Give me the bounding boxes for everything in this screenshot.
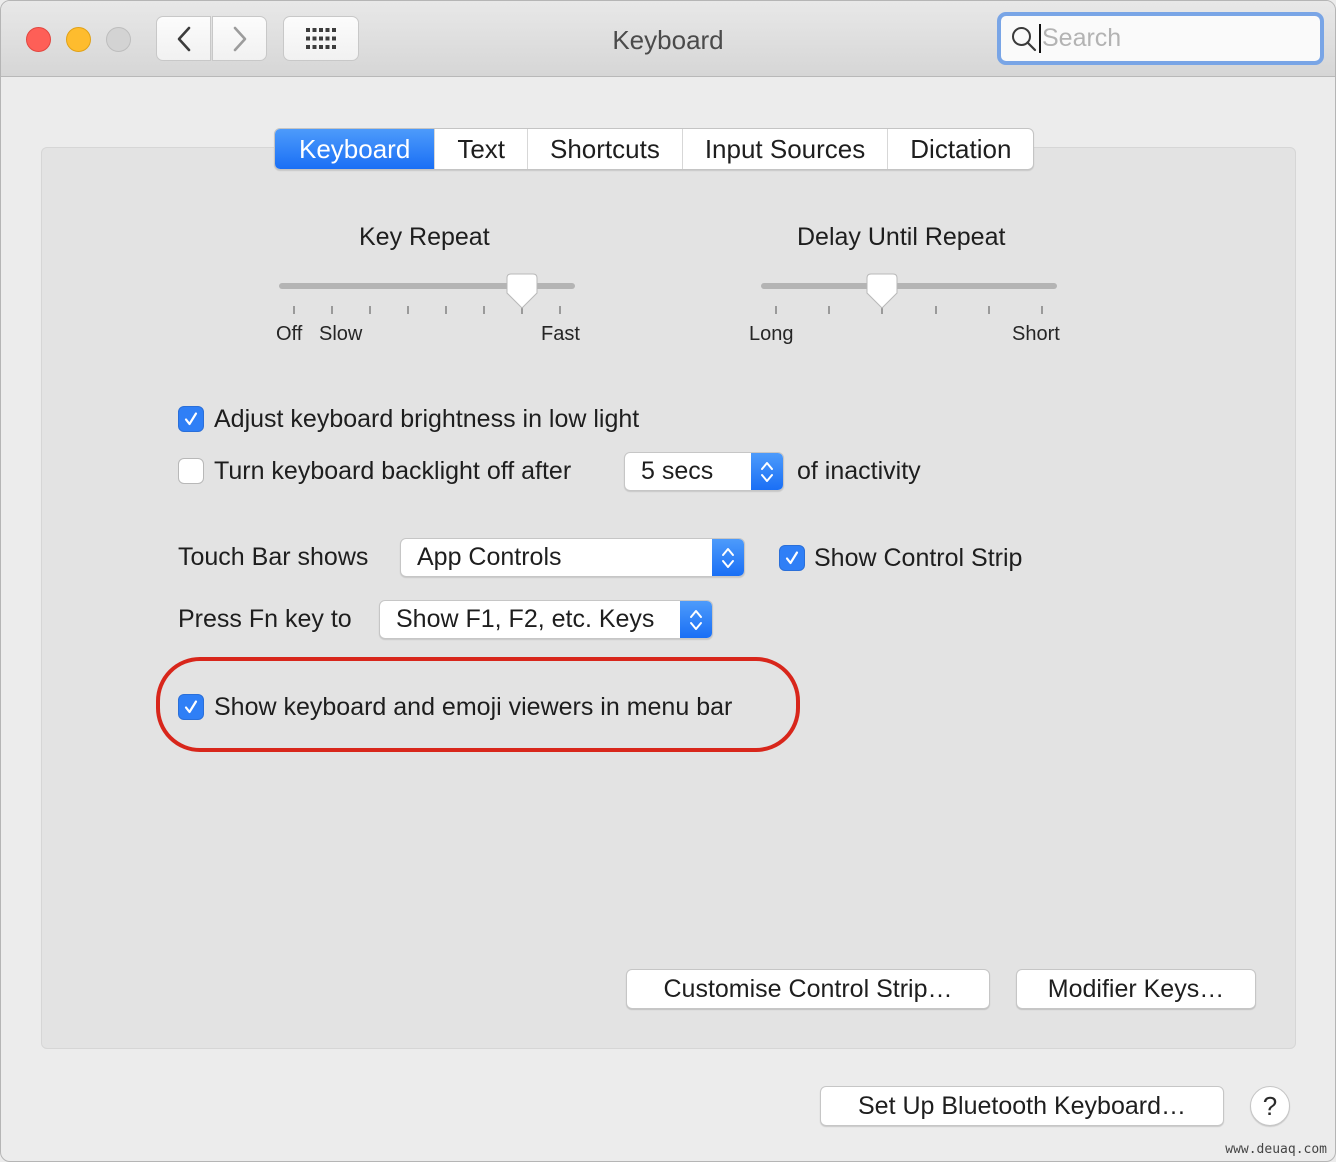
slider-tick	[559, 306, 561, 314]
up-down-arrows-icon	[680, 601, 712, 638]
key-repeat-slider-thumb[interactable]	[506, 273, 538, 309]
up-down-arrows-icon	[751, 453, 783, 490]
press-fn-key-label: Press Fn key to	[178, 605, 352, 633]
slider-tick	[445, 306, 447, 314]
title-bar: Keyboard	[1, 1, 1335, 77]
backlight-off-checkbox[interactable]	[178, 458, 204, 484]
backlight-timeout-value: 5 secs	[641, 457, 714, 485]
slider-tick	[987, 306, 990, 314]
key-repeat-off-label: Off	[276, 323, 303, 345]
slider-tick	[775, 306, 777, 314]
touch-bar-shows-popup[interactable]: App Controls	[400, 538, 745, 577]
tab-keyboard[interactable]: Keyboard	[275, 129, 435, 169]
delay-slider-track[interactable]	[761, 283, 1057, 289]
tab-input-sources[interactable]: Input Sources	[681, 129, 887, 169]
show-control-strip-checkbox[interactable]	[779, 545, 805, 571]
tab-text[interactable]: Text	[434, 129, 527, 169]
slider-tick	[483, 306, 485, 314]
show-viewers-checkbox[interactable]	[178, 694, 204, 720]
show-control-strip-label: Show Control Strip	[814, 544, 1023, 572]
keyboard-preferences-window: Keyboard Keyboard Text Shortcuts Input S…	[0, 0, 1336, 1162]
slider-tick	[369, 306, 371, 314]
slider-tick	[407, 306, 409, 314]
slider-tick	[934, 306, 937, 314]
fn-key-action-popup[interactable]: Show F1, F2, etc. Keys	[379, 600, 713, 639]
key-repeat-title: Key Repeat	[359, 223, 490, 251]
tab-content-panel	[41, 147, 1296, 1049]
set-up-bluetooth-keyboard-button[interactable]: Set Up Bluetooth Keyboard…	[820, 1086, 1224, 1126]
fn-key-action-value: Show F1, F2, etc. Keys	[396, 605, 655, 633]
checkmark-icon	[785, 551, 799, 565]
adjust-brightness-checkbox[interactable]	[178, 406, 204, 432]
tab-dictation[interactable]: Dictation	[887, 129, 1033, 169]
search-field[interactable]	[997, 12, 1324, 65]
checkmark-icon	[184, 700, 198, 714]
slider-tick	[331, 306, 333, 314]
touch-bar-shows-label: Touch Bar shows	[178, 543, 369, 571]
checkmark-icon	[184, 412, 198, 426]
tab-bar: Keyboard Text Shortcuts Input Sources Di…	[274, 128, 1035, 170]
delay-slider-thumb[interactable]	[866, 273, 898, 309]
delay-until-repeat-title: Delay Until Repeat	[797, 223, 1006, 251]
delay-long-label: Long	[749, 323, 794, 345]
watermark: www.deuaq.com	[1225, 1142, 1327, 1157]
touch-bar-shows-value: App Controls	[417, 543, 562, 571]
modifier-keys-button[interactable]: Modifier Keys…	[1016, 969, 1256, 1009]
show-viewers-label: Show keyboard and emoji viewers in menu …	[214, 693, 733, 721]
backlight-off-label: Turn keyboard backlight off after	[214, 457, 572, 485]
key-repeat-fast-label: Fast	[541, 323, 580, 345]
backlight-timeout-popup[interactable]: 5 secs	[624, 452, 784, 491]
delay-short-label: Short	[1012, 323, 1060, 345]
search-icon	[1012, 26, 1037, 51]
help-button[interactable]: ?	[1250, 1086, 1290, 1126]
tab-shortcuts[interactable]: Shortcuts	[527, 129, 682, 169]
slider-tick	[828, 306, 831, 314]
slider-tick	[1041, 306, 1043, 314]
key-repeat-slow-label: Slow	[319, 323, 363, 345]
of-inactivity-label: of inactivity	[797, 457, 921, 485]
up-down-arrows-icon	[712, 539, 744, 576]
search-input[interactable]	[1039, 24, 1292, 53]
slider-tick	[293, 306, 295, 314]
adjust-brightness-label: Adjust keyboard brightness in low light	[214, 405, 640, 433]
customise-control-strip-button[interactable]: Customise Control Strip…	[626, 969, 990, 1009]
